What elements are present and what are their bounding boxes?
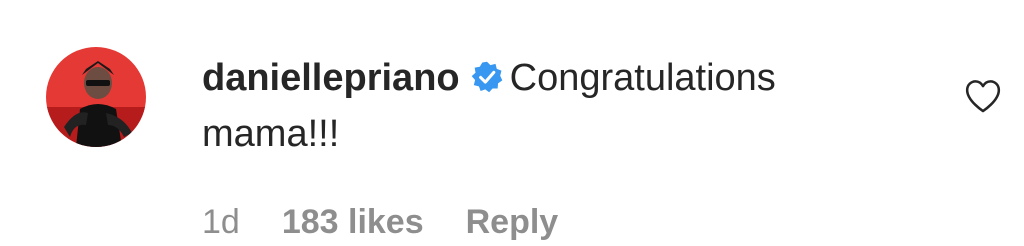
username-link[interactable]: daniellepriano — [202, 57, 460, 99]
reply-button[interactable]: Reply — [466, 202, 559, 242]
like-button[interactable] — [964, 78, 1002, 114]
comment-timestamp: 1d — [202, 203, 240, 241]
comment-body: daniellepriano Congratulations mama!!! — [202, 50, 922, 162]
avatar[interactable] — [46, 47, 146, 147]
verified-badge-icon — [471, 61, 502, 93]
likes-count-link[interactable]: 183 likes — [282, 202, 424, 242]
comment-item: daniellepriano Congratulations mama!!! 1… — [0, 0, 1024, 246]
heart-outline-icon — [965, 80, 1001, 113]
avatar-image — [46, 47, 146, 147]
comment-meta: 1d 183 likes Reply — [202, 202, 558, 242]
